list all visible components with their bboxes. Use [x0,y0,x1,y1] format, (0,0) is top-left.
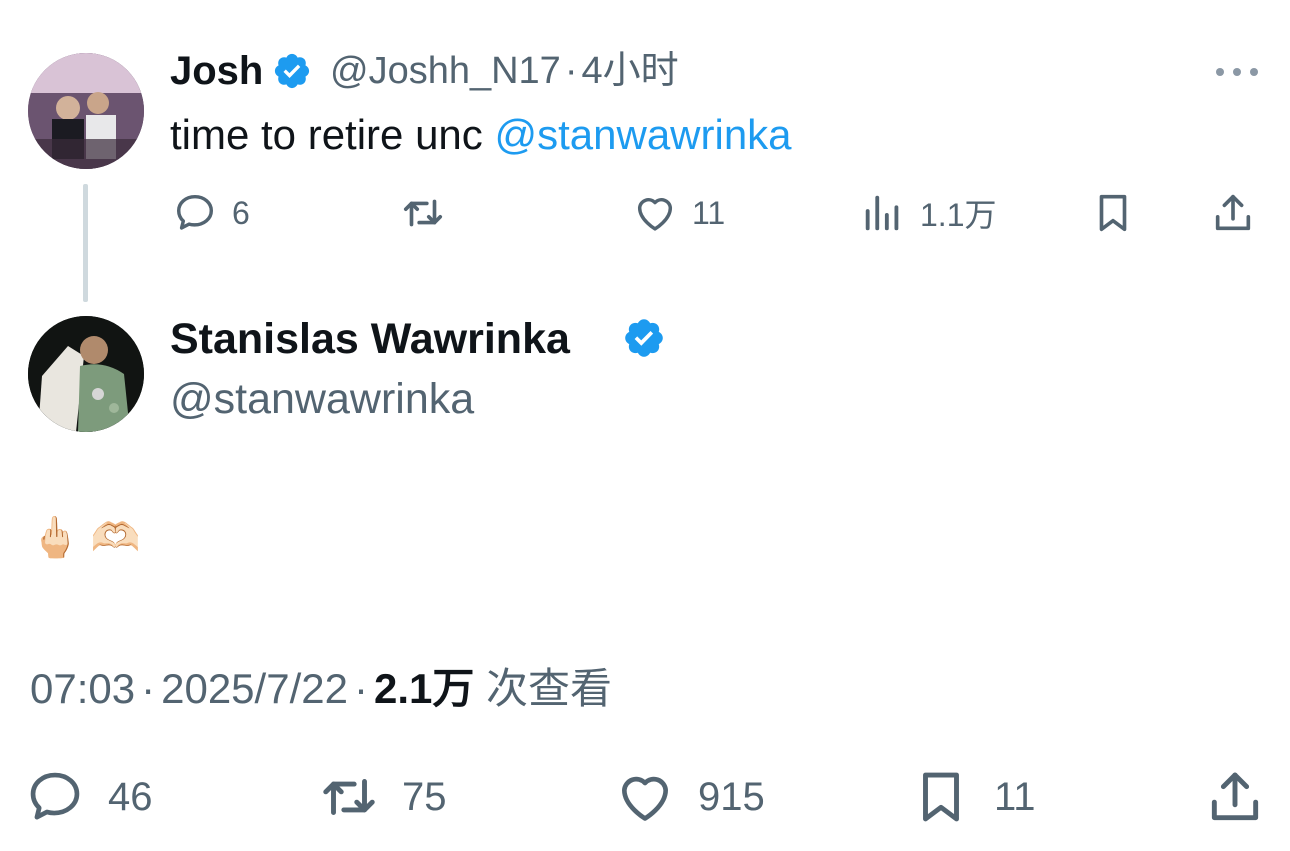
reply-count: 6 [232,194,250,231]
thread-connector-line [83,184,88,302]
share-icon [1215,194,1251,231]
retweet-count: 75 [402,774,447,819]
like-count: 11 [692,194,726,231]
separator-dot: · [353,665,368,712]
bookmark-count: 11 [994,774,1036,819]
share-action[interactable] [1210,190,1256,236]
reply-icon [176,194,214,230]
reply-author-handle-time: @Joshh_N17 · 4小时 [330,48,679,94]
reply-action[interactable]: 46 [24,766,153,828]
bookmark-icon [1099,194,1127,232]
retweet-icon [403,199,443,227]
share-action[interactable] [1204,766,1266,828]
retweet-action[interactable]: 75 [318,766,447,828]
retweet-icon [323,779,375,815]
share-icon [1211,772,1259,821]
views-action[interactable]: 1.1万 [860,190,997,236]
reply-text-body: time to retire unc [170,111,495,158]
mention-link[interactable]: @stanwawrinka [494,111,791,158]
author-name[interactable]: Stanislas Wawrinka [170,314,570,364]
retweet-action[interactable] [400,190,446,236]
reply-count: 46 [108,774,153,819]
more-icon[interactable] [1214,62,1260,82]
tweet-text: 🖕🏻 🫶🏻 [30,516,141,560]
like-action[interactable]: 11 [632,190,725,236]
views-count: 2.1万 [373,665,475,712]
reply-timestamp[interactable]: 4小时 [581,50,678,92]
reply-icon [30,772,80,820]
bookmark-icon [923,772,959,822]
author-handle[interactable]: @stanwawrinka [170,374,474,424]
like-action[interactable]: 915 [614,766,765,828]
reply-action[interactable]: 6 [172,190,250,236]
separator-dot: · [564,50,578,92]
bookmark-action[interactable]: 11 [910,766,1036,828]
reply-tweet-text: time to retire unc @stanwawrinka [170,110,792,160]
views-label: 次查看 [474,665,613,712]
verified-badge-icon[interactable] [272,51,312,91]
like-icon [622,776,668,821]
views-count: 1.1万 [920,197,997,233]
tweet-date[interactable]: 2025/7/22 [161,665,348,712]
like-count: 915 [698,774,765,819]
tweet-time[interactable]: 07:03 [30,665,135,712]
reply-author-handle[interactable]: @Joshh_N17 [330,50,561,92]
separator-dot: · [141,665,156,712]
views-icon [865,195,899,231]
bookmark-action[interactable] [1090,190,1136,236]
avatar-josh[interactable] [28,53,144,169]
tweet-meta: 07:03 · 2025/7/22 · 2.1万 次查看 [30,664,612,714]
reply-author-name[interactable]: Josh [170,48,263,94]
like-icon [637,198,673,231]
avatar-stanwawrinka[interactable] [28,316,144,432]
verified-badge-icon[interactable] [622,316,666,360]
